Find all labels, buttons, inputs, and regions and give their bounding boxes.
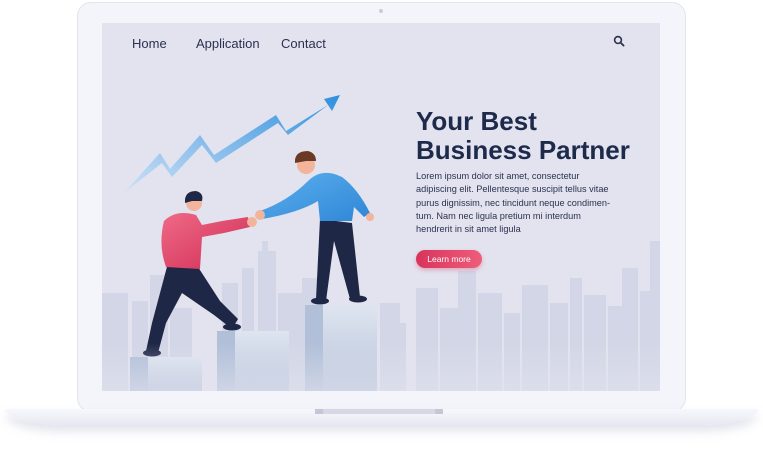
nav-link-home[interactable]: Home bbox=[132, 36, 167, 51]
search-icon[interactable] bbox=[613, 35, 625, 47]
hero-title: Your Best Business Partner bbox=[416, 107, 656, 165]
laptop-notch bbox=[315, 409, 443, 414]
website-screen: Home Application Contact Your Best Busin… bbox=[102, 23, 660, 391]
hero-title-line1: Your Best bbox=[416, 106, 537, 136]
laptop-hinge-right bbox=[435, 409, 443, 414]
nav-link-contact[interactable]: Contact bbox=[281, 36, 326, 51]
hero-title-line2: Business Partner bbox=[416, 135, 630, 165]
growth-arrow bbox=[124, 95, 340, 193]
camera-icon bbox=[379, 9, 383, 13]
laptop-hinge-left bbox=[315, 409, 323, 414]
nav-link-application[interactable]: Application bbox=[196, 36, 260, 51]
hero-body-text: Lorem ipsum dolor sit amet, consectetur … bbox=[416, 171, 611, 235]
learn-more-button[interactable]: Learn more bbox=[416, 250, 482, 268]
